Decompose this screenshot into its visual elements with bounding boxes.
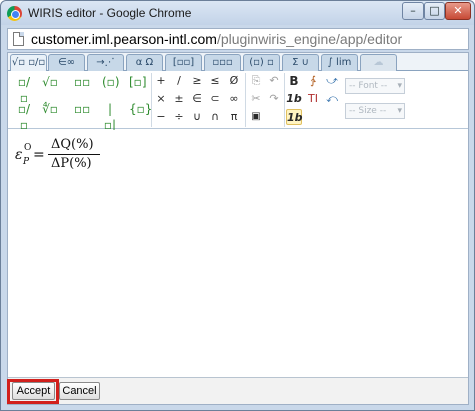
url-text[interactable]: customer.iml.pearson-intl.com/pluginwiri… xyxy=(31,31,402,47)
tab-bar: √▫ ▫/▫ ∈∞ →⋰ α Ω [▫▫] ▫▫▫ (▫) ▫ Σ ∪ ∫ li… xyxy=(8,53,468,72)
division-button[interactable]: ÷ xyxy=(171,109,187,125)
text-mode-button[interactable]: TI xyxy=(305,91,321,107)
title-bar: WIRIS editor - Google Chrome – □ ✕ xyxy=(1,1,474,25)
toolbar-separator xyxy=(284,73,285,127)
fraction-button[interactable]: ▫/▫ xyxy=(16,74,32,105)
bold-button[interactable]: B xyxy=(286,73,302,89)
geq-button[interactable]: ≥ xyxy=(189,73,205,89)
toolbar-separator xyxy=(151,73,152,127)
element-of-button[interactable]: ∈ xyxy=(189,91,205,107)
union-button[interactable]: ∪ xyxy=(189,109,205,125)
copy-icon[interactable]: ⎘ xyxy=(248,73,264,89)
tab-big-operators[interactable]: Σ ∪ xyxy=(282,54,319,71)
tab-matrices[interactable]: [▫▫] xyxy=(165,54,202,71)
intersection-button[interactable]: ∩ xyxy=(207,109,223,125)
cancel-button[interactable]: Cancel xyxy=(59,382,100,400)
tab-general[interactable]: √▫ ▫/▫ xyxy=(10,54,47,72)
formula-superscript: O xyxy=(24,143,32,153)
browser-window: WIRIS editor - Google Chrome – □ ✕ custo… xyxy=(0,0,475,411)
formula-subscript: P xyxy=(23,157,30,167)
sqrt-button[interactable]: √▫ xyxy=(42,74,58,90)
tab-scripts[interactable]: ▫▫▫ xyxy=(204,54,241,71)
formula-equals: = xyxy=(33,147,45,163)
url-host: customer.iml.pearson-intl.com xyxy=(31,31,217,47)
superscript-button[interactable]: ▫▫ xyxy=(74,74,90,90)
editor-page: √▫ ▫/▫ ∈∞ →⋰ α Ω [▫▫] ▫▫▫ (▫) ▫ Σ ∪ ∫ li… xyxy=(7,52,469,405)
formula-symbol: ε xyxy=(15,147,23,163)
formula-editor-area[interactable]: ε O P = ΔQ(%) ΔP(%) xyxy=(8,130,468,377)
leq-button[interactable]: ≤ xyxy=(207,73,223,89)
font-color-icon[interactable]: ∱ xyxy=(305,73,321,89)
size-dropdown[interactable]: -- Size -- xyxy=(345,103,405,119)
absolute-value-button[interactable]: |▫| xyxy=(102,101,118,132)
brackets-button[interactable]: [▫] xyxy=(129,74,147,90)
formula-numerator: ΔQ(%) xyxy=(51,137,94,152)
divide-slash-button[interactable]: / xyxy=(171,73,187,89)
math-style-button[interactable]: 1b xyxy=(286,109,303,125)
braces-button[interactable]: {▫} xyxy=(129,101,152,117)
infinity-button[interactable]: ∞ xyxy=(226,91,242,107)
font-dropdown[interactable]: -- Font -- xyxy=(345,78,405,94)
empty-set-button[interactable]: Ø xyxy=(226,73,242,89)
bevelled-fraction-button[interactable]: ▫/▫ xyxy=(16,101,32,132)
formula-denominator: ΔP(%) xyxy=(51,156,92,171)
nth-root-button[interactable]: ∜▫ xyxy=(42,101,58,117)
minimize-button[interactable]: – xyxy=(402,2,424,20)
tab-symbols[interactable]: ∈∞ xyxy=(48,54,85,71)
tab-calculus[interactable]: ∫ lim xyxy=(321,54,358,71)
rtl-icon[interactable]: ⤻ xyxy=(324,73,340,89)
tab-contextual[interactable]: ☁ xyxy=(360,54,397,71)
toolbar-separator xyxy=(245,73,246,127)
page-icon xyxy=(13,32,24,46)
url-path: /pluginwiris_engine/app/editor xyxy=(216,31,403,47)
window-title: WIRIS editor - Google Chrome xyxy=(28,6,192,20)
chrome-logo-icon xyxy=(7,6,22,21)
tab-brackets[interactable]: (▫) ▫ xyxy=(243,54,280,71)
fraction-bar xyxy=(48,154,100,155)
subset-button[interactable]: ⊂ xyxy=(207,91,223,107)
italic-button[interactable]: 1b xyxy=(286,91,302,107)
toolbar: ▫/▫ √▫ ▫▫ (▫) [▫] ▫/▫ ∜▫ ▫▫ |▫| {▫} + / … xyxy=(8,71,468,132)
parentheses-button[interactable]: (▫) xyxy=(102,74,120,90)
ltr-icon[interactable]: ⤺ xyxy=(324,91,340,107)
tab-greek[interactable]: α Ω xyxy=(126,54,163,71)
redo-icon[interactable]: ↷ xyxy=(266,91,282,107)
button-bar: Accept Cancel xyxy=(7,377,468,404)
accept-button[interactable]: Accept xyxy=(12,382,55,400)
maximize-button[interactable]: □ xyxy=(424,2,445,20)
subscript-button[interactable]: ▫▫ xyxy=(74,101,90,117)
cut-icon[interactable]: ✂ xyxy=(248,91,264,107)
paste-icon[interactable]: ▣ xyxy=(248,109,264,125)
pi-button[interactable]: π xyxy=(226,109,242,125)
plus-minus-button[interactable]: ± xyxy=(171,91,187,107)
close-button[interactable]: ✕ xyxy=(445,2,471,20)
plus-button[interactable]: + xyxy=(153,73,169,89)
minus-button[interactable]: − xyxy=(153,109,169,125)
times-button[interactable]: × xyxy=(153,91,169,107)
undo-icon[interactable]: ↶ xyxy=(266,73,282,89)
tab-arrows[interactable]: →⋰ xyxy=(87,54,124,71)
address-bar[interactable]: customer.iml.pearson-intl.com/pluginwiri… xyxy=(7,28,469,50)
